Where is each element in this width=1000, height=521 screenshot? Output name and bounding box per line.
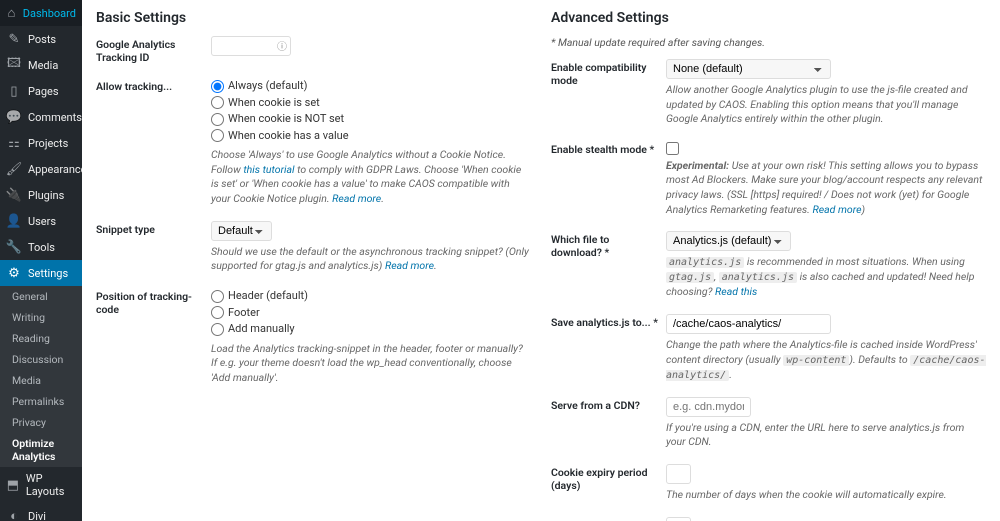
projects-icon: ⚏ [6,135,22,151]
readmore-link[interactable]: Read more [385,259,434,272]
save-path-input[interactable] [666,314,831,334]
download-select[interactable]: Analytics.js (default) [666,231,791,251]
sidebar-item-wp-layouts[interactable]: ⬒WP Layouts [0,467,82,503]
allow-tracking-desc: Choose 'Always' to use Google Analytics … [211,148,531,207]
allow-option-cookie-not-set[interactable]: When cookie is NOT set [211,111,531,128]
save-path-label: Save analytics.js to... * [551,314,666,383]
position-header[interactable]: Header (default) [211,288,531,305]
cookie-expiry-desc: The number of days when the cookie will … [666,488,986,503]
download-desc: analytics.js is recommended in most situ… [666,255,986,300]
basic-settings-column: Basic Settings Google Analytics Tracking… [96,10,531,511]
allow-tracking-label: Allow tracking... [96,78,211,207]
snippet-type-label: Snippet type [96,221,211,274]
sidebar-item-tools[interactable]: 🔧Tools [0,234,82,260]
allow-option-cookie-set[interactable]: When cookie is set [211,95,531,112]
sidebar-item-dashboard[interactable]: ⌂Dashboard [0,0,82,26]
stealth-label: Enable stealth mode * [551,141,666,217]
submenu-writing[interactable]: Writing [0,307,82,328]
tutorial-link[interactable]: this tutorial [243,163,294,176]
cdn-desc: If you're using a CDN, enter the URL her… [666,421,986,450]
position-desc: Load the Analytics tracking-snippet in t… [211,342,531,386]
submenu-discussion[interactable]: Discussion [0,349,82,370]
plugin-icon: 🔌 [6,187,22,203]
sidebar-item-plugins[interactable]: 🔌Plugins [0,182,82,208]
pin-icon: ✎ [6,31,22,47]
snippet-desc: Should we use the default or the asynchr… [211,245,531,274]
position-label: Position of tracking-code [96,288,211,386]
submenu-reading[interactable]: Reading [0,328,82,349]
submenu-permalinks[interactable]: Permalinks [0,391,82,412]
compat-select[interactable]: None (default) [666,59,831,79]
manual-update-note: * Manual update required after saving ch… [551,36,986,49]
sidebar-item-divi[interactable]: ◐Divi [0,503,82,521]
readmore-link[interactable]: Read more [812,203,861,216]
cookie-expiry-input[interactable] [666,464,691,484]
settings-icon: ⚙ [6,265,22,281]
settings-submenu: General Writing Reading Discussion Media… [0,286,82,467]
compat-desc: Allow another Google Analytics plugin to… [666,83,986,127]
submenu-optimize-analytics[interactable]: Optimize Analytics [0,433,82,467]
save-path-desc: Change the path where the Analytics-file… [666,338,986,383]
advanced-settings-title: Advanced Settings [551,10,986,26]
readmore-link[interactable]: Read more [332,192,381,205]
page-icon: ▯ [6,83,22,99]
sidebar-item-posts[interactable]: ✎Posts [0,26,82,52]
sidebar-item-media[interactable]: 🖾Media [0,52,82,78]
cdn-input[interactable] [666,397,751,417]
divi-icon: ◐ [6,508,22,521]
allow-option-always[interactable]: Always (default) [211,78,531,95]
comment-icon: 💬 [6,109,22,125]
users-icon: 👤 [6,213,22,229]
stealth-desc: Experimental: Use at your own risk! This… [666,159,986,218]
submenu-media[interactable]: Media [0,370,82,391]
main-content: Basic Settings Google Analytics Tracking… [82,0,1000,521]
appearance-icon: 🖌 [6,161,22,177]
allow-option-cookie-value[interactable]: When cookie has a value [211,128,531,145]
dashboard-icon: ⌂ [6,5,17,21]
layouts-icon: ⬒ [6,477,20,493]
sidebar-item-projects[interactable]: ⚏Projects [0,130,82,156]
sidebar-item-comments[interactable]: 💬Comments [0,104,82,130]
position-footer[interactable]: Footer [211,305,531,322]
bounce-label: Use adjusted bounce rate? [551,517,666,521]
basic-settings-title: Basic Settings [96,10,531,26]
submenu-privacy[interactable]: Privacy [0,412,82,433]
stealth-checkbox[interactable] [666,142,679,155]
compat-label: Enable compatibility mode [551,59,666,127]
tools-icon: 🔧 [6,239,22,255]
position-manual[interactable]: Add manually [211,321,531,338]
advanced-settings-column: Advanced Settings * Manual update requir… [551,10,986,511]
download-label: Which file to download? * [551,231,666,300]
sidebar-item-settings[interactable]: ⚙Settings [0,260,82,286]
cookie-expiry-label: Cookie expiry period (days) [551,464,666,503]
cdn-label: Serve from a CDN? [551,397,666,450]
admin-sidebar: ⌂Dashboard ✎Posts 🖾Media ▯Pages 💬Comment… [0,0,82,521]
snippet-type-select[interactable]: Default [211,221,272,241]
read-this-link[interactable]: Read this [715,285,757,298]
submenu-general[interactable]: General [0,286,82,307]
tracking-id-input[interactable] [211,36,291,56]
media-icon: 🖾 [6,57,22,73]
sidebar-item-users[interactable]: 👤Users [0,208,82,234]
bounce-input[interactable] [666,517,691,521]
sidebar-item-pages[interactable]: ▯Pages [0,78,82,104]
tracking-id-label: Google Analytics Tracking ID [96,36,211,64]
sidebar-item-appearance[interactable]: 🖌Appearance [0,156,82,182]
